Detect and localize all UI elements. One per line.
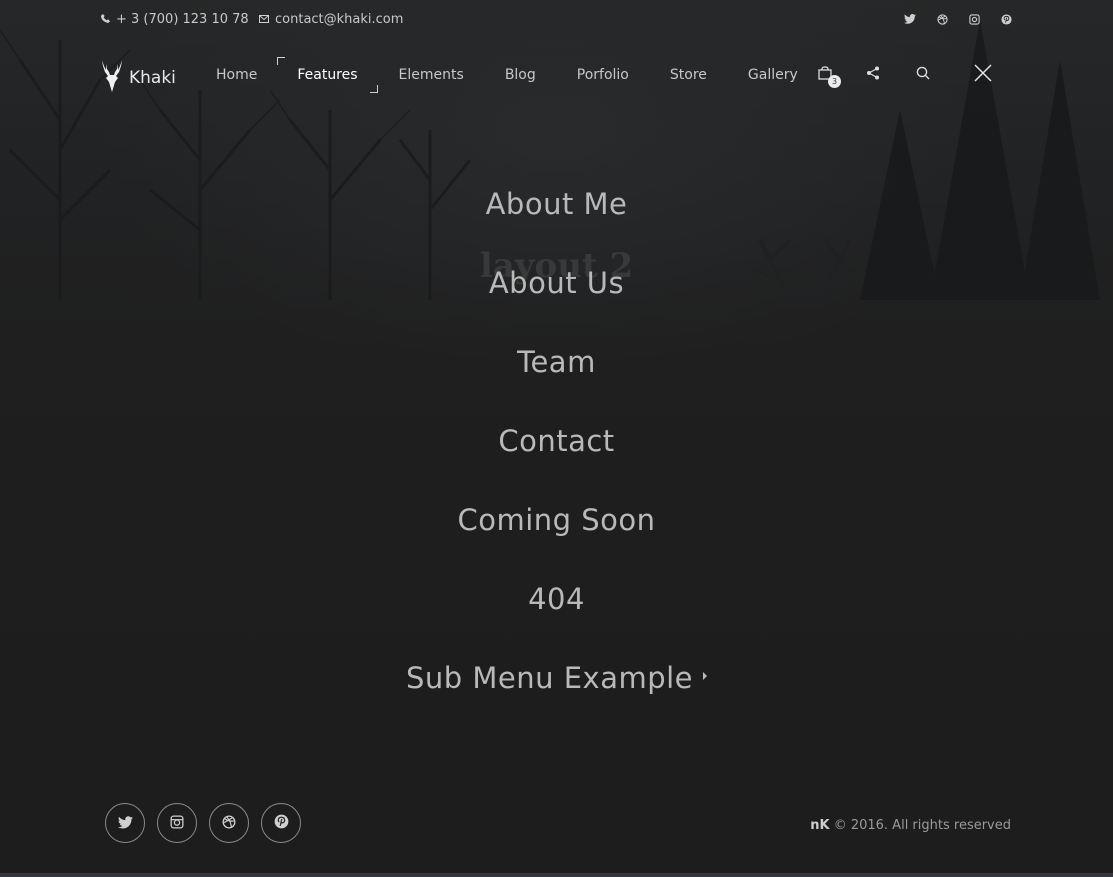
nav-menu: Home Features Elements Blog Porfolio Sto… xyxy=(216,57,798,93)
nav-item-blog[interactable]: Blog xyxy=(505,67,536,83)
main-navigation: Khaki Home Features Elements Blog Porfol… xyxy=(0,55,1113,95)
twitter-icon[interactable] xyxy=(903,12,917,26)
submenu-item-sub-menu-example[interactable]: Sub Menu Example xyxy=(0,654,1113,733)
instagram-icon[interactable] xyxy=(967,12,981,26)
footer-pinterest-button[interactable] xyxy=(261,803,301,843)
close-icon xyxy=(974,64,992,86)
cart-count-badge: 3 xyxy=(828,75,841,88)
bottom-image-strip xyxy=(0,873,1113,877)
top-bar: + 3 (700) 123 10 78 contact@khaki.com xyxy=(0,0,1113,40)
nav-item-home[interactable]: Home xyxy=(216,67,257,83)
nav-item-features[interactable]: Features xyxy=(277,57,378,93)
nav-item-features-label: Features xyxy=(297,67,358,83)
submenu-item-404[interactable]: 404 xyxy=(0,575,1113,654)
phone-icon xyxy=(101,12,110,27)
search-button[interactable] xyxy=(916,65,930,84)
fullscreen-submenu: About Me About Us Team Contact Coming So… xyxy=(0,180,1113,733)
mail-icon xyxy=(259,12,269,27)
submenu-item-sub-menu-example-label: Sub Menu Example xyxy=(405,661,694,695)
search-icon xyxy=(916,65,930,84)
email-address: contact@khaki.com xyxy=(275,12,404,27)
instagram-icon xyxy=(170,814,184,833)
footer-social-links xyxy=(105,803,301,843)
footer-twitter-button[interactable] xyxy=(105,803,145,843)
caret-right-icon xyxy=(703,672,708,680)
cart-button[interactable]: 3 xyxy=(818,65,841,88)
submenu-item-contact[interactable]: Contact xyxy=(0,417,1113,496)
pinterest-icon[interactable] xyxy=(999,12,1013,26)
dribbble-icon[interactable] xyxy=(935,12,949,26)
share-button[interactable] xyxy=(866,65,880,84)
active-corner-bottom-right xyxy=(369,85,378,93)
submenu-item-about-us[interactable]: About Us xyxy=(0,259,1113,338)
brand-logo[interactable]: Khaki xyxy=(101,58,176,97)
deer-logo-icon xyxy=(101,58,123,97)
nav-item-gallery[interactable]: Gallery xyxy=(748,67,798,83)
nav-item-elements[interactable]: Elements xyxy=(399,67,464,83)
twitter-icon xyxy=(117,814,133,833)
email-contact[interactable]: contact@khaki.com xyxy=(259,12,403,27)
submenu-item-coming-soon[interactable]: Coming Soon xyxy=(0,496,1113,575)
phone-contact[interactable]: + 3 (700) 123 10 78 xyxy=(101,12,249,27)
dribbble-icon xyxy=(222,814,236,833)
share-icon xyxy=(866,65,880,84)
top-social-links xyxy=(903,12,1013,26)
footer-instagram-button[interactable] xyxy=(157,803,197,843)
copyright-notice: nK © 2016. All rights reserved xyxy=(810,818,1011,833)
submenu-item-team[interactable]: Team xyxy=(0,338,1113,417)
copyright-text: © 2016. All rights reserved xyxy=(833,818,1011,833)
active-corner-top-left xyxy=(277,57,286,65)
close-menu-button[interactable] xyxy=(974,64,992,86)
nav-item-porfolio[interactable]: Porfolio xyxy=(577,67,629,83)
submenu-item-about-me[interactable]: About Me xyxy=(0,180,1113,259)
pinterest-icon xyxy=(274,814,289,833)
phone-number: + 3 (700) 123 10 78 xyxy=(116,12,249,27)
footer-brand[interactable]: nK xyxy=(810,818,829,833)
nav-item-store[interactable]: Store xyxy=(670,67,707,83)
footer-dribbble-button[interactable] xyxy=(209,803,249,843)
brand-name: Khaki xyxy=(129,67,176,88)
